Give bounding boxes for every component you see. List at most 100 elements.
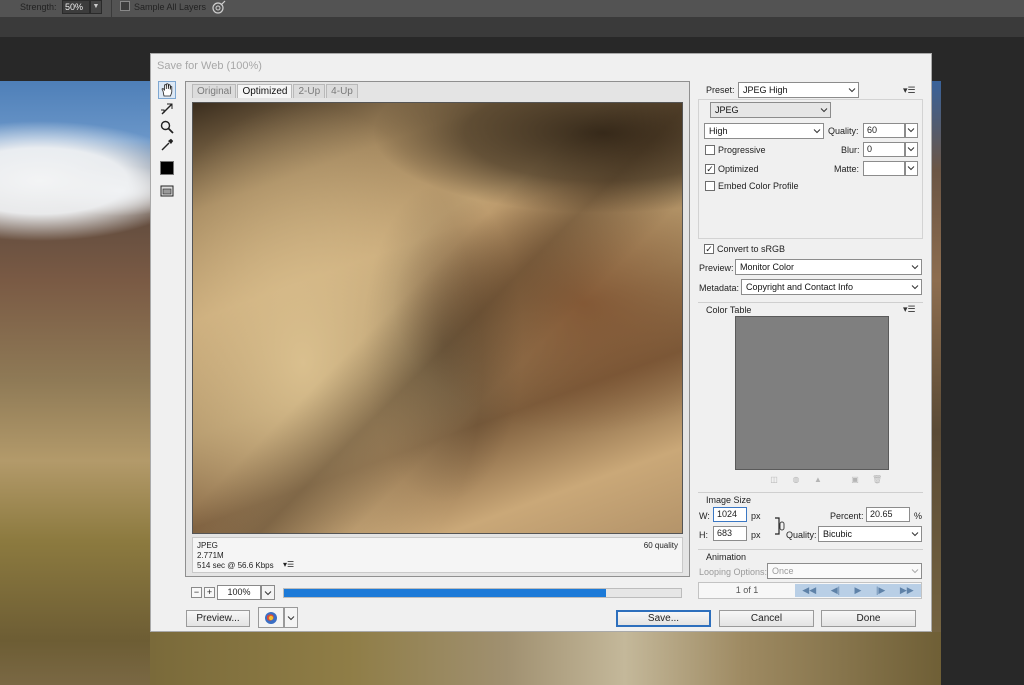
progressive-checkbox[interactable] bbox=[705, 145, 715, 155]
slice-select-icon bbox=[161, 103, 173, 115]
quality-preset-select[interactable]: High bbox=[704, 123, 824, 139]
matte-label: Matte: bbox=[834, 164, 860, 174]
info-quality: 60 quality bbox=[643, 541, 678, 550]
image-size-divider bbox=[698, 492, 923, 493]
matte-dropdown[interactable] bbox=[905, 161, 918, 176]
embed-color-profile-checkbox[interactable] bbox=[705, 181, 715, 191]
looping-options-value: Once bbox=[772, 566, 794, 576]
width-unit: px bbox=[751, 511, 761, 521]
eyedropper-icon bbox=[161, 138, 174, 151]
zoom-out-button[interactable]: − bbox=[191, 587, 202, 598]
eyedropper-color-tool[interactable] bbox=[158, 159, 176, 177]
toggle-slices-tool[interactable] bbox=[158, 182, 176, 200]
tab-original[interactable]: Original bbox=[192, 84, 237, 98]
tab-4-up[interactable]: 4-Up bbox=[326, 84, 358, 98]
info-file-size: 2.771M bbox=[197, 551, 224, 560]
document-tab-bar bbox=[0, 17, 1024, 37]
pressure-brush-icon[interactable] bbox=[210, 0, 226, 16]
trash-icon[interactable]: 🗑 bbox=[872, 475, 882, 485]
animation-controls: 1 of 1 ◀◀ ◀| ▶ |▶ ▶▶ bbox=[698, 582, 922, 599]
save-button[interactable]: Save... bbox=[616, 610, 711, 627]
percent-field[interactable]: 20.65 bbox=[866, 507, 910, 522]
eyedropper-color-swatch bbox=[160, 161, 174, 175]
info-download-time: 514 sec @ 56.6 Kbps bbox=[197, 561, 274, 570]
zoom-level-dropdown[interactable] bbox=[261, 585, 275, 600]
browser-dropdown[interactable] bbox=[284, 607, 298, 628]
options-bar: Strength: 50% ▼ Sample All Layers bbox=[0, 0, 1024, 17]
image-size-title: Image Size bbox=[706, 495, 752, 505]
eyedropper-tool[interactable] bbox=[158, 136, 176, 154]
color-table-title: Color Table bbox=[706, 305, 752, 315]
color-table-divider bbox=[698, 302, 923, 303]
optimized-label: Optimized bbox=[718, 164, 759, 174]
animation-divider bbox=[698, 549, 923, 550]
tab-2-up[interactable]: 2-Up bbox=[293, 84, 326, 98]
blur-label: Blur: bbox=[841, 145, 860, 155]
preset-select[interactable]: JPEG High bbox=[738, 82, 859, 98]
info-format: JPEG bbox=[197, 541, 218, 550]
preview-info-bar: JPEG 2.771M 514 sec @ 56.6 Kbps ▾☰ 60 qu… bbox=[192, 537, 683, 573]
height-field[interactable]: 683 bbox=[713, 526, 747, 541]
metadata-select[interactable]: Copyright and Contact Info bbox=[741, 279, 922, 295]
preview-color-label: Preview: bbox=[699, 263, 734, 273]
optimized-checkbox[interactable]: ✓ bbox=[705, 164, 715, 174]
chevron-down-icon bbox=[911, 569, 919, 574]
quality-field[interactable]: 60 bbox=[863, 123, 905, 138]
chevron-down-icon bbox=[911, 285, 919, 290]
tab-optimized[interactable]: Optimized bbox=[237, 84, 293, 98]
metadata-label: Metadata: bbox=[699, 283, 740, 293]
chevron-down-icon bbox=[907, 147, 915, 152]
preview-color-select[interactable]: Monitor Color bbox=[735, 259, 922, 275]
zoom-tool[interactable] bbox=[158, 118, 176, 136]
strength-dropdown-arrow[interactable]: ▼ bbox=[90, 0, 102, 14]
play-icon[interactable]: ▶ bbox=[855, 585, 862, 596]
quality-slider-dropdown[interactable] bbox=[905, 123, 918, 138]
height-unit: px bbox=[751, 530, 761, 540]
document-photo-edge bbox=[932, 81, 941, 685]
sample-all-layers-checkbox[interactable] bbox=[120, 1, 130, 11]
zoom-in-button[interactable]: + bbox=[204, 587, 215, 598]
format-select[interactable]: JPEG bbox=[710, 102, 831, 118]
optimized-preview-image[interactable] bbox=[192, 102, 683, 534]
view-tabs: Original Optimized 2-Up 4-Up bbox=[192, 84, 359, 98]
color-table-swatches[interactable] bbox=[735, 316, 889, 470]
download-speed-menu-icon[interactable]: ▾☰ bbox=[283, 560, 294, 569]
constrain-proportions-link-icon[interactable] bbox=[775, 516, 785, 536]
previous-frame-icon[interactable]: ◀| bbox=[831, 585, 840, 596]
chevron-down-icon bbox=[911, 532, 919, 537]
new-color-icon[interactable]: ▣ bbox=[850, 475, 860, 485]
browser-select-button[interactable] bbox=[258, 607, 284, 628]
looping-options-label: Looping Options: bbox=[699, 567, 768, 577]
lock-color-icon[interactable]: ▲ bbox=[813, 475, 823, 485]
matte-field[interactable] bbox=[863, 161, 905, 176]
done-button[interactable]: Done bbox=[821, 610, 916, 627]
strength-field[interactable]: 50% bbox=[62, 0, 90, 14]
width-field[interactable]: 1024 bbox=[713, 507, 747, 522]
resample-quality-select[interactable]: Bicubic bbox=[818, 526, 922, 542]
next-frame-icon[interactable]: |▶ bbox=[876, 585, 885, 596]
document-photo-bottom bbox=[150, 632, 941, 685]
looping-options-select[interactable]: Once bbox=[767, 563, 922, 579]
optimize-progress-bar bbox=[283, 588, 682, 598]
percent-unit: % bbox=[914, 511, 923, 521]
blur-field[interactable]: 0 bbox=[863, 142, 905, 157]
preview-in-browser-button[interactable]: Preview... bbox=[186, 610, 250, 627]
blur-slider-dropdown[interactable] bbox=[905, 142, 918, 157]
hand-tool[interactable] bbox=[158, 81, 176, 99]
preview-color-value: Monitor Color bbox=[740, 262, 795, 272]
chevron-down-icon bbox=[264, 590, 272, 595]
convert-srgb-checkbox[interactable]: ✓ bbox=[704, 244, 714, 254]
web-shift-icon[interactable]: ◍ bbox=[791, 475, 801, 485]
strength-label: Strength: bbox=[20, 2, 57, 12]
map-color-icon[interactable]: ◫ bbox=[769, 475, 779, 485]
zoom-level-field[interactable]: 100% bbox=[217, 585, 261, 600]
cancel-button[interactable]: Cancel bbox=[719, 610, 814, 627]
hand-icon bbox=[161, 83, 173, 97]
chevron-down-icon bbox=[907, 128, 915, 133]
first-frame-icon[interactable]: ◀◀ bbox=[802, 585, 816, 596]
optimize-menu-icon[interactable]: ▾☰ bbox=[903, 85, 916, 96]
chevron-down-icon bbox=[820, 108, 828, 113]
slice-select-tool[interactable] bbox=[158, 100, 176, 118]
color-table-menu-icon[interactable]: ▾☰ bbox=[903, 304, 916, 315]
last-frame-icon[interactable]: ▶▶ bbox=[900, 585, 914, 596]
